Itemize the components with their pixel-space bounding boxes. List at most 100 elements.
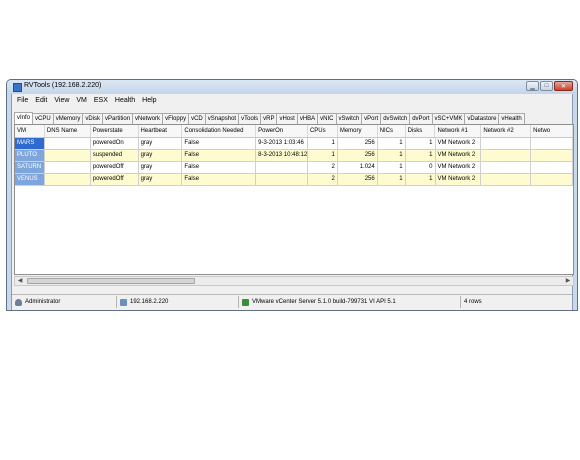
table-cell: 1.024	[337, 162, 378, 174]
table-cell: gray	[138, 150, 183, 162]
table-cell: 8-3-2013 10:48:12	[256, 150, 308, 162]
table-cell: False	[182, 138, 257, 150]
tab-vtools[interactable]: vTools	[238, 113, 262, 124]
table-cell: 256	[337, 150, 378, 162]
vm-name-cell: VENUS	[15, 174, 45, 186]
scroll-thumb[interactable]	[27, 278, 195, 284]
column-header[interactable]: CPUs	[308, 125, 338, 137]
tab-vhealth[interactable]: vHealth	[498, 113, 525, 124]
column-header[interactable]: Network #2	[481, 125, 532, 137]
table-cell: 2	[307, 174, 338, 186]
menu-esx[interactable]: ESX	[94, 97, 108, 104]
maximize-button[interactable]: □	[540, 81, 553, 91]
tab-vdisk[interactable]: vDisk	[82, 113, 104, 124]
tab-dvport[interactable]: dvPort	[409, 113, 433, 124]
column-header[interactable]: DNS Name	[45, 125, 91, 137]
rvtools-window: RVTools (192.168.2.220) ▁ □ ✕ File Edit Vi…	[6, 79, 578, 311]
table-cell: 9-3-2013 1:03:46	[256, 138, 308, 150]
menu-vm[interactable]: VM	[76, 97, 87, 104]
table-cell: poweredOff	[90, 162, 139, 174]
close-button[interactable]: ✕	[554, 81, 573, 91]
table-row[interactable]: SATURN poweredOff gray False 2 1.024 1 0 VM Netw…	[15, 162, 573, 174]
table-cell	[44, 162, 91, 174]
tab-vhost[interactable]: vHost	[276, 113, 298, 124]
status-server-text: VMware vCenter Server 5.1.0 build-799731…	[252, 299, 396, 305]
table-cell: False	[182, 174, 257, 186]
table-cell	[256, 174, 308, 186]
tab-vpartition[interactable]: vPartition	[102, 113, 134, 124]
table-cell: 2	[307, 162, 338, 174]
scroll-left-icon[interactable]: ◀	[16, 278, 24, 285]
tab-vnic[interactable]: vNIC	[317, 113, 337, 124]
table-row[interactable]: MARS poweredOn gray False 9-3-2013 1:03:46 1 2…	[15, 138, 573, 150]
table-row[interactable]: PLUTO suspended gray False 8-3-2013 10:48:12…	[15, 150, 573, 162]
table-row[interactable]: VENUS poweredOff gray False 2 256 1 1 VM Network…	[15, 174, 573, 186]
table-cell: 1	[405, 138, 436, 150]
menu-bar: File Edit View VM ESX Health Help	[12, 94, 572, 107]
tab-dvswitch[interactable]: dvSwitch	[380, 113, 411, 124]
table-cell: gray	[138, 138, 183, 150]
table-cell: 1	[377, 174, 406, 186]
table-cell: VM Network 2	[435, 162, 482, 174]
status-host-text: 192.168.2.220	[130, 299, 169, 305]
tab-vmemory[interactable]: vMemory	[52, 113, 84, 124]
table-cell	[531, 150, 573, 162]
table-cell: 1	[307, 150, 338, 162]
table-cell: VM Network 2	[435, 150, 482, 162]
horizontal-scrollbar[interactable]: ◀ ▶	[14, 276, 574, 286]
tab-vcpu[interactable]: vCPU	[32, 113, 54, 124]
menu-help[interactable]: Help	[142, 97, 156, 104]
table-cell: VM Network 2	[435, 174, 482, 186]
column-header[interactable]: Netwo	[531, 125, 573, 137]
tab-vhba[interactable]: vHBA	[296, 113, 319, 124]
column-header[interactable]: Memory	[338, 125, 378, 137]
tab-vdatastore[interactable]: vDatastore	[464, 113, 500, 124]
title-bar[interactable]: RVTools (192.168.2.220) ▁ □ ✕	[7, 80, 577, 94]
rvtools-app-icon	[13, 83, 22, 92]
vmware-icon	[242, 298, 249, 306]
window-controls: ▁ □ ✕	[526, 81, 573, 91]
tab-vport[interactable]: vPort	[361, 113, 382, 124]
tab-vnetwork[interactable]: vNetwork	[132, 113, 164, 124]
user-icon	[15, 298, 22, 306]
vinfo-grid[interactable]: VM DNS Name Powerstate Heartbeat Consolidati…	[14, 124, 574, 275]
menu-file[interactable]: File	[17, 97, 28, 104]
menu-view[interactable]: View	[54, 97, 69, 104]
tab-vrp[interactable]: vRP	[260, 113, 278, 124]
tab-vsc-vmk[interactable]: vSC+VMK	[431, 113, 466, 124]
table-cell: 1	[405, 150, 436, 162]
column-header[interactable]: Powerstate	[91, 125, 139, 137]
table-cell: 1	[377, 138, 406, 150]
grid-body: MARS poweredOn gray False 9-3-2013 1:03:46 1 2…	[15, 138, 573, 186]
scroll-right-icon[interactable]: ▶	[564, 278, 572, 285]
tab-vinfo[interactable]: vInfo	[14, 112, 34, 124]
vm-name-cell: SATURN	[15, 162, 45, 174]
column-header[interactable]: NICs	[378, 125, 406, 137]
table-cell	[44, 174, 91, 186]
vm-name-cell: PLUTO	[15, 150, 45, 162]
tab-vfloppy[interactable]: vFloppy	[162, 113, 190, 124]
column-header[interactable]: Network #1	[435, 125, 482, 137]
tab-vswitch[interactable]: vSwitch	[335, 113, 363, 124]
table-cell: False	[182, 150, 257, 162]
table-cell	[481, 162, 532, 174]
table-cell: poweredOff	[90, 174, 139, 186]
tab-vcd[interactable]: vCD	[188, 113, 206, 124]
status-user: Administrator	[12, 296, 117, 308]
column-header[interactable]: VM	[15, 125, 45, 137]
column-header[interactable]: Heartbeat	[139, 125, 183, 137]
column-header[interactable]: Consolidation Needed	[182, 125, 257, 137]
table-cell: gray	[138, 162, 183, 174]
table-cell	[531, 174, 573, 186]
vm-name-cell: MARS	[15, 138, 45, 150]
tab-strip: vInfo vCPU vMemory vDisk vPartition vNetwork v…	[14, 112, 572, 124]
tab-vsnapshot[interactable]: vSnapshot	[204, 113, 240, 124]
column-header[interactable]: Disks	[406, 125, 436, 137]
menu-edit[interactable]: Edit	[35, 97, 47, 104]
column-header[interactable]: PowerOn	[256, 125, 308, 137]
close-icon: ✕	[560, 83, 567, 90]
menu-health[interactable]: Health	[115, 97, 135, 104]
network-icon	[120, 298, 127, 306]
window-title: RVTools (192.168.2.220)	[24, 82, 102, 89]
minimize-button[interactable]: ▁	[526, 81, 539, 91]
